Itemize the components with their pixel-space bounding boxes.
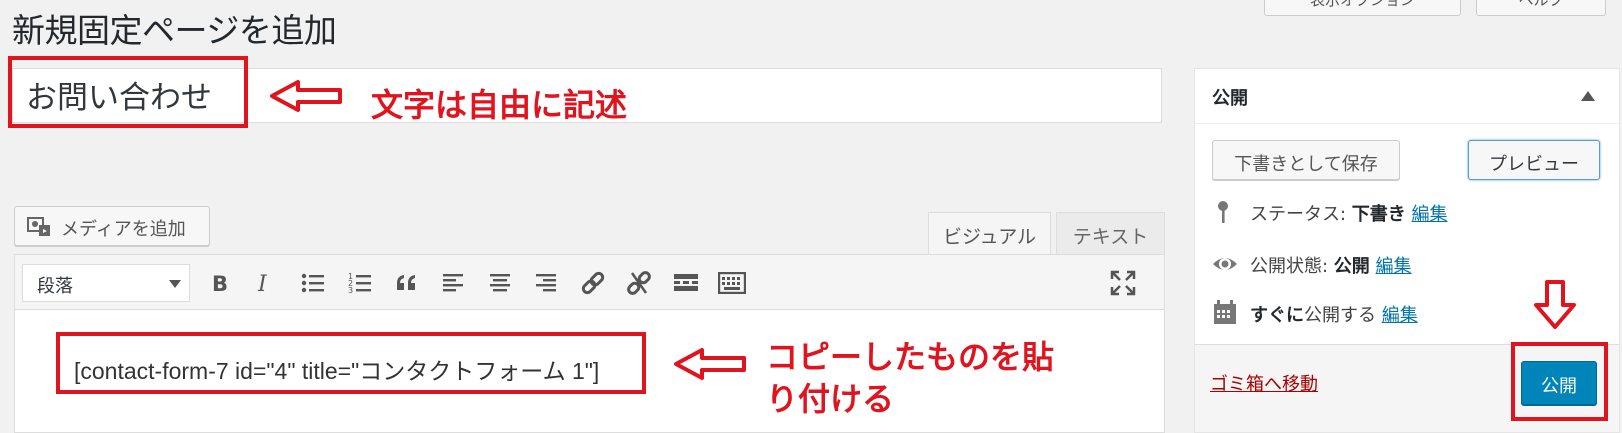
italic-icon[interactable]: I xyxy=(250,268,280,298)
left-arrow-icon xyxy=(270,80,342,112)
align-right-icon[interactable] xyxy=(531,268,561,298)
bold-icon[interactable]: B xyxy=(205,268,235,298)
fullscreen-icon[interactable] xyxy=(1108,268,1138,298)
publish-highlight-box xyxy=(1511,342,1608,421)
chevron-down-icon xyxy=(169,280,181,288)
title-annotation: 文字は自由に記述 xyxy=(371,86,628,124)
format-select[interactable]: 段落 xyxy=(22,264,190,302)
visibility-label: 公開状態: xyxy=(1250,256,1334,277)
read-more-icon[interactable] xyxy=(671,268,701,298)
tab-visual[interactable]: ビジュアル xyxy=(928,212,1051,255)
toolbar-toggle-icon[interactable] xyxy=(717,268,747,298)
shortcode-annotation-line2: り付ける xyxy=(766,380,895,418)
blockquote-icon[interactable] xyxy=(392,268,422,298)
collapse-arrow-icon[interactable] xyxy=(1581,91,1595,101)
status-label: ステータス: xyxy=(1250,204,1352,225)
align-left-icon[interactable] xyxy=(438,268,468,298)
numbered-list-icon[interactable]: 123 xyxy=(345,268,375,298)
media-icon xyxy=(27,217,50,236)
svg-text:I: I xyxy=(257,272,268,295)
add-media-button[interactable]: メディアを追加 xyxy=(14,206,210,246)
eye-icon xyxy=(1213,258,1237,270)
calendar-icon xyxy=(1214,300,1236,324)
left-arrow-icon xyxy=(674,348,746,380)
screen-options-button[interactable]: 表示オプション xyxy=(1264,0,1461,16)
shortcode-annotation-line1: コピーしたものを貼 xyxy=(766,338,1055,376)
schedule-edit-link[interactable]: 編集 xyxy=(1382,305,1418,326)
remove-link-icon[interactable] xyxy=(624,268,654,298)
preview-button[interactable]: プレビュー xyxy=(1468,140,1600,180)
pin-icon xyxy=(1218,201,1228,223)
bullet-list-icon[interactable] xyxy=(298,268,328,298)
schedule-label: 公開する xyxy=(1304,305,1376,326)
page-title: 新規固定ページを追加 xyxy=(12,11,337,50)
help-button[interactable]: ヘルプ xyxy=(1476,0,1606,16)
save-draft-button[interactable]: 下書きとして保存 xyxy=(1212,140,1400,180)
status-value: 下書き xyxy=(1351,204,1406,225)
format-select-value: 段落 xyxy=(37,276,73,297)
status-edit-link[interactable]: 編集 xyxy=(1412,204,1448,225)
visibility-edit-link[interactable]: 編集 xyxy=(1376,256,1412,277)
publish-box-header[interactable] xyxy=(1194,68,1620,124)
down-arrow-icon xyxy=(1534,280,1576,329)
title-highlight-box xyxy=(8,56,248,128)
publish-box-title: 公開 xyxy=(1212,88,1248,109)
tab-text[interactable]: テキスト xyxy=(1056,212,1165,255)
align-center-icon[interactable] xyxy=(485,268,515,298)
svg-text:3: 3 xyxy=(348,286,353,295)
shortcode-highlight-box xyxy=(56,332,646,394)
move-to-trash-link[interactable]: ゴミ箱へ移動 xyxy=(1210,370,1318,396)
svg-text:B: B xyxy=(212,272,228,295)
schedule-value: すぐに xyxy=(1250,305,1304,326)
insert-link-icon[interactable] xyxy=(578,268,608,298)
visibility-value: 公開 xyxy=(1333,256,1370,277)
add-media-label: メディアを追加 xyxy=(61,219,186,240)
